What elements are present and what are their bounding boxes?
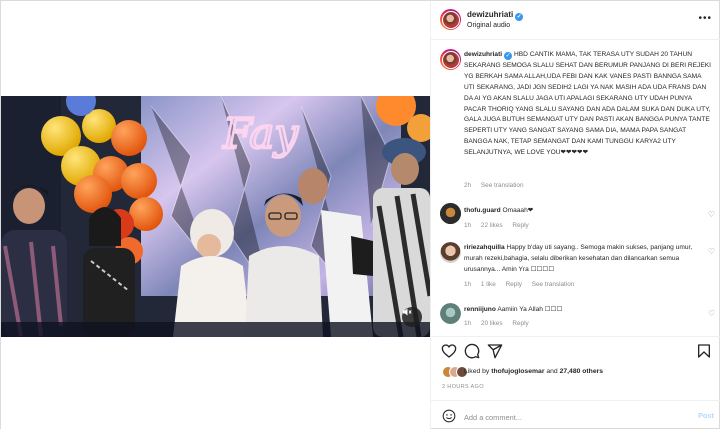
comment-body: Aamiin Ya Allah ☐☐☐ xyxy=(497,306,563,313)
comment-meta: 1h 20 likes Reply xyxy=(464,320,537,327)
video-frame-illustration: Fay xyxy=(1,96,430,337)
reply-button[interactable]: Reply xyxy=(512,222,528,229)
comment-time: 1h xyxy=(464,281,472,288)
add-comment-input[interactable] xyxy=(464,411,684,423)
post-side-panel: dewizuhriati ✓ Original audio ••• dewizuh… xyxy=(430,1,720,429)
reply-button[interactable]: Reply xyxy=(512,320,528,327)
more-options-icon[interactable]: ••• xyxy=(698,13,712,24)
comment-likes[interactable]: 20 likes xyxy=(481,320,503,327)
share-icon[interactable] xyxy=(487,343,503,359)
comment-text: renniijuno Aamiin Ya Allah ☐☐☐ xyxy=(464,305,694,316)
caption-text: dewizuhriati ✓ HBD CANTIK MAMA, TAK TERAS… xyxy=(464,50,712,159)
caption-avatar[interactable] xyxy=(440,49,461,70)
audio-label[interactable]: Original audio xyxy=(467,22,510,29)
verified-badge-icon: ✓ xyxy=(504,52,513,60)
caption-meta: 2h See translation xyxy=(464,182,532,189)
comment-likes[interactable]: 1 like xyxy=(481,281,496,288)
likers-avatars[interactable] xyxy=(442,366,468,378)
comment-like-heart-icon[interactable]: ♡ xyxy=(708,210,715,219)
media-column: Fay xyxy=(1,1,430,429)
comment-username[interactable]: renniijuno xyxy=(464,306,496,313)
comment-username[interactable]: ririezahquilla xyxy=(464,244,505,251)
comment-like-heart-icon[interactable]: ♡ xyxy=(708,309,715,318)
post-video[interactable]: Fay xyxy=(1,96,430,337)
author-avatar[interactable] xyxy=(440,9,461,30)
comment-body: Omaaah❤ xyxy=(502,207,534,214)
likes-count-link[interactable]: 27,480 others xyxy=(560,368,603,375)
comment-time: 1h xyxy=(464,320,472,327)
mute-button[interactable] xyxy=(402,307,422,327)
emoji-icon[interactable] xyxy=(442,409,456,423)
verified-badge-icon: ✓ xyxy=(515,13,524,21)
heart-icon[interactable] xyxy=(441,343,457,359)
comment-likes[interactable]: 22 likes xyxy=(481,222,503,229)
instagram-post-modal: Fay dewizuhriati ✓ Original audio ••• de… xyxy=(0,0,720,429)
see-translation-link[interactable]: See translation xyxy=(532,281,575,288)
post-comment-button[interactable]: Post xyxy=(698,411,714,420)
caption-time: 2h xyxy=(464,182,472,189)
see-translation-link[interactable]: See translation xyxy=(481,182,524,189)
add-comment-bar: Post xyxy=(431,400,720,429)
caption-body: HBD CANTIK MAMA, TAK TERASA UTY SUDAH 20… xyxy=(464,51,711,157)
comment-avatar[interactable] xyxy=(440,242,461,263)
comment-avatar[interactable] xyxy=(440,203,461,224)
comment-meta: 1h 22 likes Reply xyxy=(464,222,537,229)
author-username[interactable]: dewizuhriati ✓ xyxy=(467,10,524,21)
comment-time: 1h xyxy=(464,222,472,229)
liked-by-user[interactable]: thofujoglosemar xyxy=(491,368,544,375)
bookmark-icon[interactable] xyxy=(696,343,712,359)
comment-like-heart-icon[interactable]: ♡ xyxy=(708,247,715,256)
svg-text:Fay: Fay xyxy=(222,109,299,158)
comment-text: thofu.guard Omaaah❤ xyxy=(464,206,694,217)
likes-summary: Liked by thofujoglosemar and 27,480 othe… xyxy=(464,368,604,375)
reply-button[interactable]: Reply xyxy=(506,281,522,288)
post-time-ago[interactable]: 2 HOURS AGO xyxy=(442,384,484,390)
comment-username[interactable]: thofu.guard xyxy=(464,207,501,214)
comments-list: dewizuhriati ✓ HBD CANTIK MAMA, TAK TERAS… xyxy=(431,40,720,336)
post-header: dewizuhriati ✓ Original audio ••• xyxy=(431,1,720,40)
comment-text: ririezahquilla Happy b'day uti sayang.. … xyxy=(464,243,694,276)
comment-avatar[interactable] xyxy=(440,303,461,324)
mute-icon xyxy=(403,308,412,316)
comment-meta: 1h 1 like Reply See translation xyxy=(464,281,582,288)
caption-username[interactable]: dewizuhriati xyxy=(464,51,502,58)
comment-icon[interactable] xyxy=(464,343,480,359)
post-actions: Liked by thofujoglosemar and 27,480 othe… xyxy=(431,336,720,429)
